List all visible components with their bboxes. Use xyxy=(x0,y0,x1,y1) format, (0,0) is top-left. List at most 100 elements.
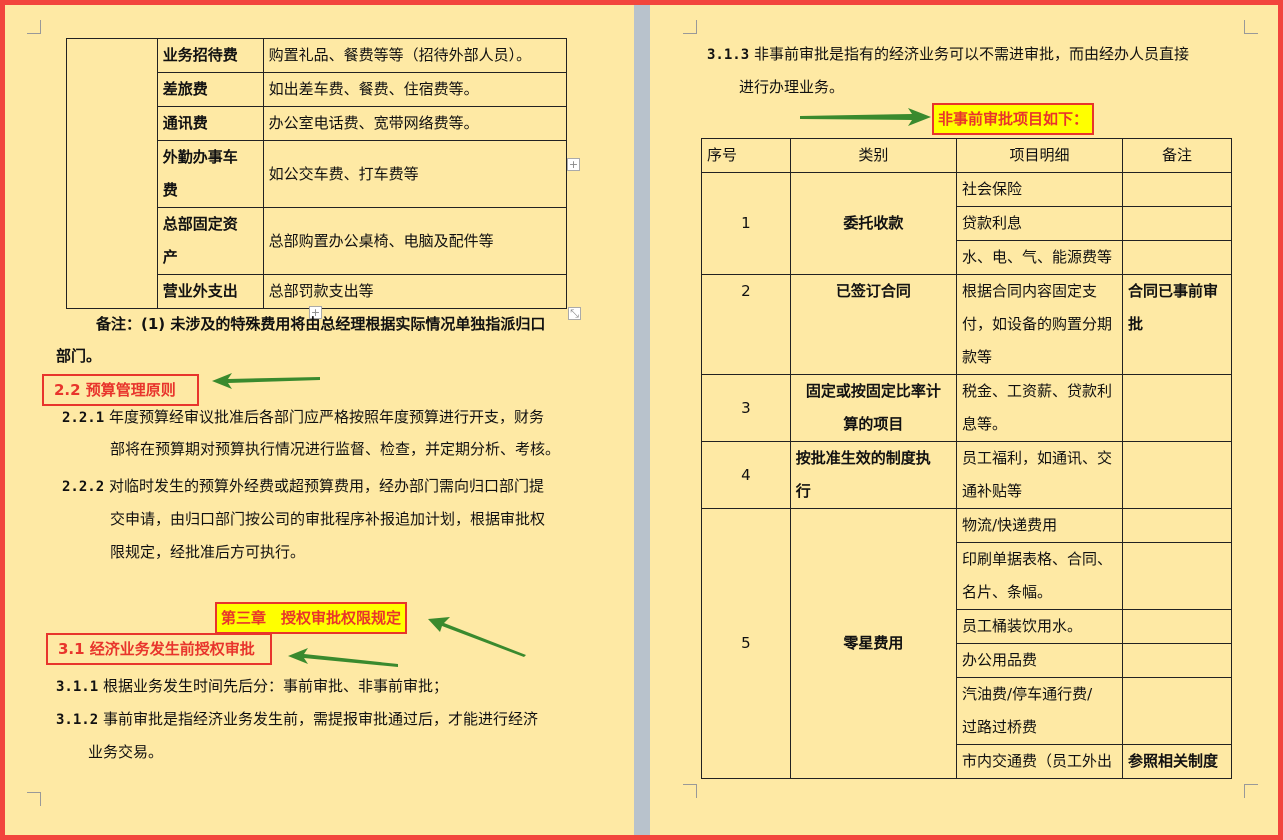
cell-line: 行 xyxy=(795,482,811,500)
table-header-row: 序号 类别 项目明细 备注 xyxy=(701,138,1232,173)
paragraph-text: 部将在预算期对预算执行情况进行监督、检查，并定期分析、考核。 xyxy=(110,440,561,458)
table-cell: 零星费用 xyxy=(789,508,958,779)
green-arrow-icon xyxy=(428,617,526,657)
table-cell: 社会保险 xyxy=(956,172,1124,207)
paragraph-text: 对临时发生的预算外经费或超预算费用，经办部门需向归口部门提 xyxy=(108,477,544,495)
para-number: 3.1.3 xyxy=(707,47,750,63)
heading-3-1: 3.1 经济业务发生前授权审批 xyxy=(46,633,272,665)
table-header: 项目明细 xyxy=(956,138,1124,173)
table-cell: 如出差车费、餐费、住宿费等。 xyxy=(262,72,568,107)
table-cell: 员工桶装饮用水。 xyxy=(956,609,1124,644)
para-number: 2.2.2 xyxy=(62,479,105,495)
crop-mark xyxy=(683,20,697,34)
table-cell: 员工福利，如通讯、交 通补贴等 xyxy=(956,441,1124,509)
cell-line: 过路过桥费 xyxy=(962,718,1038,736)
cell-line: 名片、条幅。 xyxy=(962,583,1053,601)
cell-line: 通补贴等 xyxy=(962,482,1023,500)
cell-line: 印刷单据表格、合同、 xyxy=(962,550,1113,568)
non-pre-approval-callout: 非事前审批项目如下： xyxy=(932,103,1095,135)
para-number: 3.1.1 xyxy=(56,679,99,695)
table-cell: 物流/快递费用 xyxy=(956,508,1124,543)
table-add-column-handle[interactable]: + xyxy=(567,158,580,171)
table-cell: 差旅费 xyxy=(156,72,264,107)
paragraph-text: 根据业务发生时间先后分：事前审批、非事前审批； xyxy=(102,677,448,695)
table-cell: 购置礼品、餐费等等（招待外部人员）。 xyxy=(262,38,568,73)
paragraph-text: 事前审批是指经济业务发生前，需提报审批通过后，才能进行经济 xyxy=(102,710,538,728)
paragraph-text: 交申请，由归口部门按公司的审批程序补报追加计划，根据审批权 xyxy=(110,510,546,528)
table-cell: 营业外支出 xyxy=(156,274,264,309)
non-pre-approval-table: 序号 类别 项目明细 备注 1 委托收款 社会保险 贷款利息 水、电、气、能源费… xyxy=(701,138,1232,779)
table-cell xyxy=(1122,609,1232,644)
cell-line: 员工福利，如通讯、交 xyxy=(962,449,1113,467)
table-cell: 水、电、气、能源费等 xyxy=(956,240,1124,275)
cell-line: 合同已事前审 xyxy=(1128,282,1219,300)
table-cell: 市内交通费（员工外出 xyxy=(956,744,1124,779)
table-cell: 合同已事前审批 xyxy=(1122,274,1232,375)
cell-line: 税金、工资薪、贷款利 xyxy=(962,382,1113,400)
green-arrow-icon xyxy=(800,108,931,126)
table-row: 业务招待费 购置礼品、餐费等等（招待外部人员）。 xyxy=(66,38,568,309)
table-cell: 已签订合同 xyxy=(789,274,958,375)
table-cell: 总部固定资产 xyxy=(156,207,264,275)
table-cell: 如公交车费、打车费等 xyxy=(262,140,568,208)
table-cell: 汽油费/停车通行费/过路过桥费 xyxy=(956,677,1124,745)
crop-mark xyxy=(27,792,41,806)
table-cell: 通讯费 xyxy=(156,106,264,141)
table-cell: 3 xyxy=(701,374,791,442)
table-header: 备注 xyxy=(1122,138,1232,173)
expense-table: 业务招待费 购置礼品、餐费等等（招待外部人员）。 差旅费 如出差车费、餐费、住宿… xyxy=(66,38,568,309)
table-cell xyxy=(1122,643,1232,678)
paragraph-text: 业务交易。 xyxy=(88,743,164,761)
table-cell: 参照相关制度 xyxy=(1122,744,1232,779)
table-cell: 外勤办事车费 xyxy=(156,140,264,208)
para-number: 2.2.1 xyxy=(62,410,105,426)
table-row: 4 按批准生效的制度执行 员工福利，如通讯、交 通补贴等 xyxy=(701,441,1232,509)
table-header: 序号 xyxy=(701,138,791,173)
table-cell xyxy=(1122,677,1232,745)
paragraph-text: 限规定，经批准后方可执行。 xyxy=(110,543,306,561)
cell-line: 批 xyxy=(1128,315,1144,333)
cell-line: 外勤办事车 xyxy=(162,148,238,166)
table-cell: 根据合同内容固定支 付，如设备的购置分期 款等 xyxy=(956,274,1124,375)
cell-line: 算的项目 xyxy=(843,415,904,433)
table-cell xyxy=(1122,206,1232,241)
table-cell: 按批准生效的制度执行 xyxy=(789,441,958,509)
green-arrow-icon xyxy=(288,648,398,667)
chapter-3-title: 第三章 授权审批权限规定 xyxy=(215,602,408,634)
cell-line: 根据合同内容固定支 xyxy=(962,282,1098,300)
note-line: 部门。 xyxy=(56,347,102,365)
cell-line: 按批准生效的制度执 xyxy=(795,449,931,467)
cell-line: 总部固定资 xyxy=(162,215,238,233)
paragraph-text: 非事前审批是指有的经济业务可以不需进审批，而由经办人员直接 xyxy=(753,45,1189,63)
table-cell: 1 xyxy=(701,172,791,275)
table-cell: 贷款利息 xyxy=(956,206,1124,241)
table-cell: 4 xyxy=(701,441,791,509)
table-row: 3 固定或按固定比率计 算的项目 税金、工资薪、贷款利 息等。 xyxy=(701,374,1232,442)
table-row: 2 已签订合同 根据合同内容固定支 付，如设备的购置分期 款等 合同已事前审批 xyxy=(701,274,1232,375)
table-cell: 办公用品费 xyxy=(956,643,1124,678)
table-cell xyxy=(1122,542,1232,610)
table-cell xyxy=(66,38,158,309)
cell-line: 息等。 xyxy=(962,415,1008,433)
cell-line: 款等 xyxy=(962,348,993,366)
table-cell: 2 xyxy=(701,274,791,375)
table-header: 类别 xyxy=(789,138,958,173)
paragraph-text: 年度预算经审议批准后各部门应严格按照年度预算进行开支，财务 xyxy=(108,408,544,426)
green-arrow-icon xyxy=(212,373,320,389)
table-cell xyxy=(1122,172,1232,207)
crop-mark xyxy=(1244,20,1258,34)
table-cell xyxy=(1122,508,1232,543)
table-cell: 委托收款 xyxy=(789,172,958,275)
table-cell xyxy=(1122,441,1232,509)
table-cell: 5 xyxy=(701,508,791,779)
cell-line: 固定或按固定比率计 xyxy=(805,382,941,400)
table-resize-handle[interactable]: ⤡ xyxy=(568,307,581,320)
note-line: 备注：(1) 未涉及的特殊费用将由总经理根据实际情况单独指派归口 xyxy=(96,315,546,333)
table-cell: 总部罚款支出等 xyxy=(262,274,568,309)
para-number: 3.1.2 xyxy=(56,712,99,728)
table-row: 5 零星费用 物流/快递费用 xyxy=(701,508,1232,779)
cell-line: 付，如设备的购置分期 xyxy=(962,315,1113,333)
table-cell xyxy=(1122,374,1232,442)
paragraph-text: 进行办理业务。 xyxy=(739,78,845,96)
cell-line: 汽油费/停车通行费/ xyxy=(962,685,1093,703)
